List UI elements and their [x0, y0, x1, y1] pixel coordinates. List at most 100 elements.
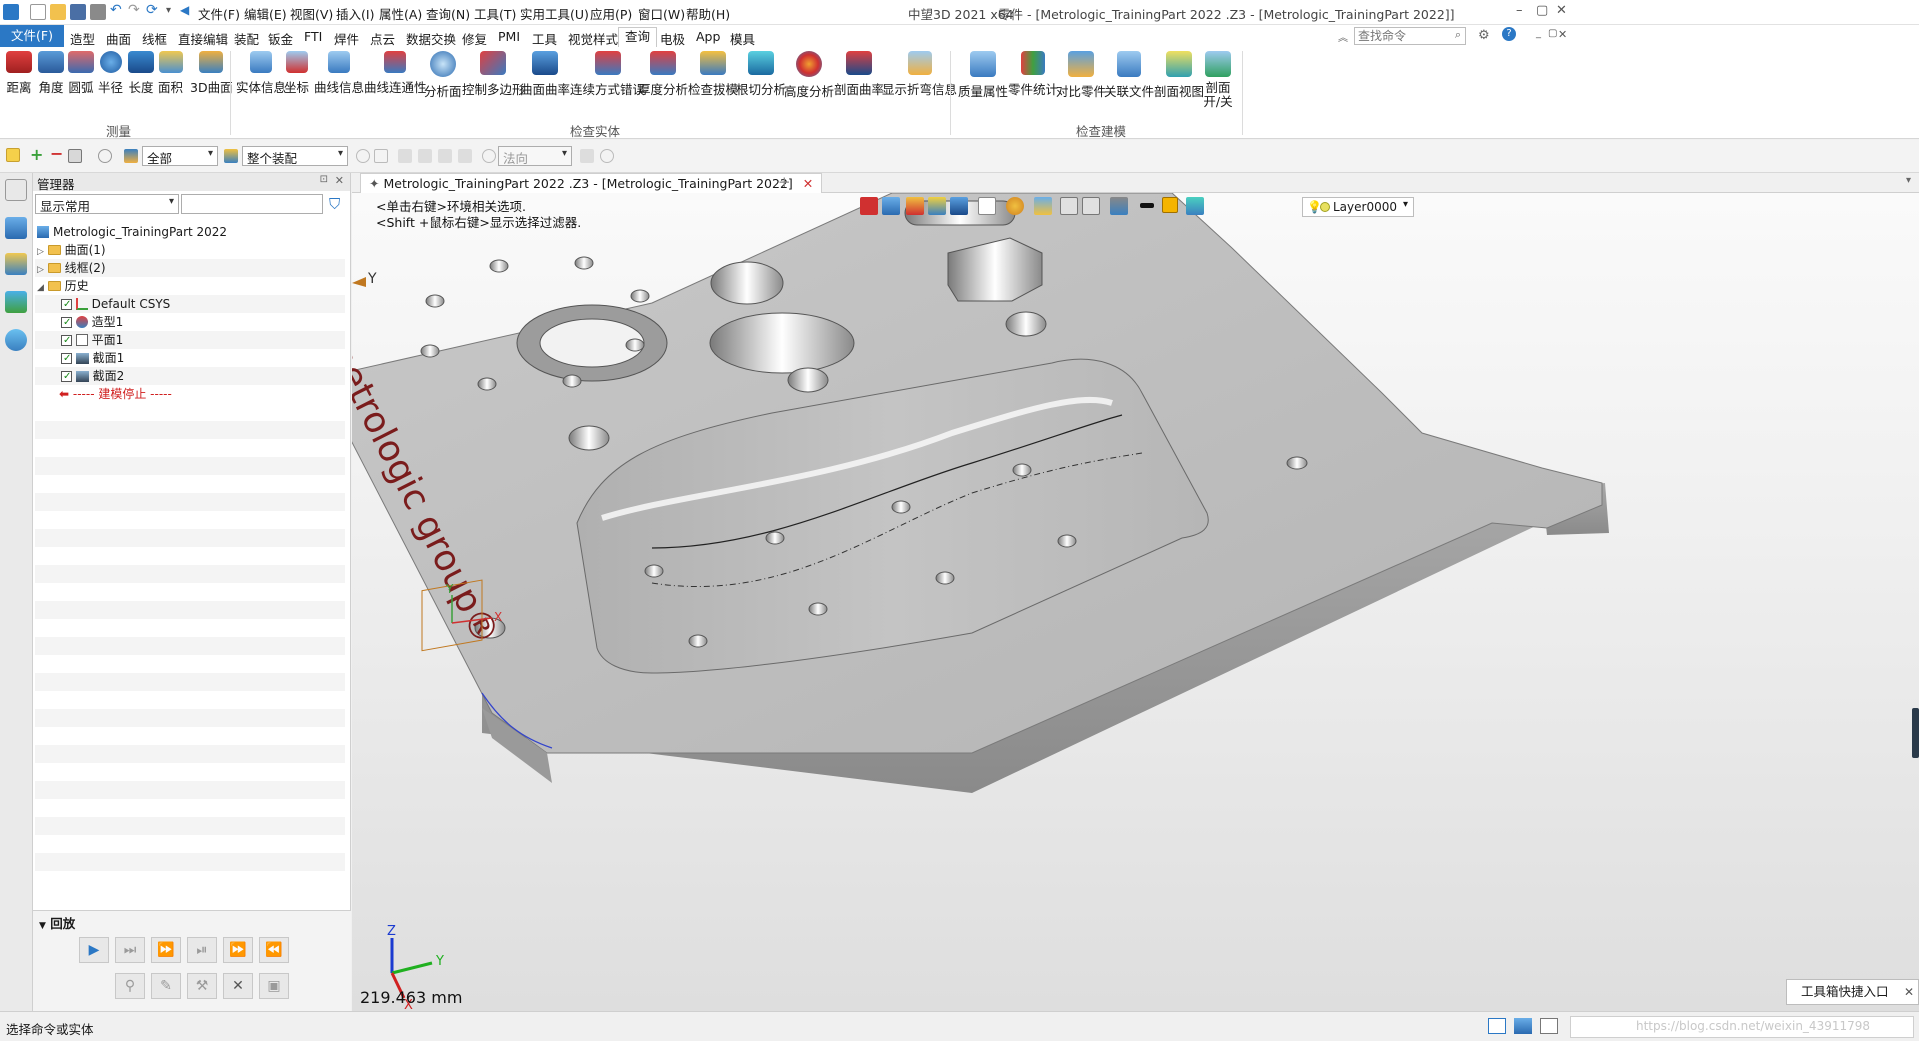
user-icon[interactable] — [5, 329, 27, 351]
layer-combo[interactable]: 💡 Layer0000 ▾ — [1302, 197, 1414, 217]
bend-info-button[interactable]: 显示折弯信息 — [882, 51, 957, 98]
visibility-checkbox[interactable] — [61, 350, 72, 368]
tree-root[interactable]: Metrologic_TrainingPart 2022 — [35, 223, 345, 241]
align-icon[interactable] — [398, 149, 412, 163]
direction-combo[interactable]: 法向 — [498, 146, 572, 166]
area-button[interactable]: 面积 — [158, 51, 183, 96]
grid-icon[interactable] — [1540, 1018, 1558, 1034]
align-center-icon[interactable] — [418, 149, 432, 163]
expand-icon[interactable]: ▷ — [37, 247, 44, 257]
rewind-button[interactable]: ⏪ — [259, 937, 289, 963]
surface-curvature-button[interactable]: 曲面曲率 — [520, 51, 570, 98]
tab-direct-edit[interactable]: 直接编辑 — [178, 29, 228, 48]
assembly-manager-icon[interactable] — [5, 217, 27, 239]
collapse-icon[interactable]: ▼ — [39, 921, 46, 931]
image-manager-icon[interactable] — [5, 291, 27, 313]
close-panel-icon[interactable]: ✕ — [335, 174, 344, 187]
part-model[interactable]: metrologic group® Y X Y Z Y X — [352, 193, 1919, 1011]
suppress-feature-button[interactable]: ▣ — [259, 973, 289, 999]
restore-button[interactable]: ▢ — [1536, 3, 1548, 18]
analyze-face-button[interactable]: 分析面 — [424, 51, 462, 100]
tab-visual-style[interactable]: 视觉样式 — [568, 29, 618, 48]
section-plane-icon[interactable] — [1034, 197, 1052, 215]
command-search-input[interactable] — [1355, 28, 1445, 44]
tab-electrode[interactable]: 电极 — [660, 29, 685, 48]
continuity-error-button[interactable]: 连续方式错误 — [570, 51, 645, 98]
dropdown-icon[interactable]: ▾ — [1403, 199, 1408, 210]
arc-button[interactable]: 圆弧 — [68, 51, 94, 96]
material-icon[interactable] — [1186, 197, 1204, 215]
document-tab[interactable]: ✦ Metrologic_TrainingPart 2022 .Z3 - [Me… — [360, 173, 823, 193]
color-swatch-icon[interactable] — [1162, 197, 1178, 213]
display-mode-combo[interactable]: 显示常用 — [35, 194, 179, 214]
view-orient-icon[interactable] — [882, 197, 900, 215]
undercut-analysis-button[interactable]: 根切分析 — [736, 51, 786, 98]
layout-icon[interactable] — [1488, 1018, 1506, 1034]
history-item[interactable]: 截面1 — [35, 349, 345, 368]
app-logo-icon[interactable] — [3, 4, 19, 20]
tab-weldment[interactable]: 焊件 — [334, 29, 359, 48]
visibility-checkbox[interactable] — [61, 296, 72, 314]
menu-utilities[interactable]: 实用工具(U) — [520, 4, 589, 23]
curve-connectivity-button[interactable]: 曲线连通性 — [364, 51, 427, 96]
menu-window[interactable]: 窗口(W) — [638, 4, 685, 23]
zoom-box-icon[interactable] — [1060, 197, 1078, 215]
cursor-pick-icon[interactable] — [580, 149, 594, 163]
control-polygon-button[interactable]: 控制多边形 — [462, 51, 525, 98]
section-toggle-button[interactable]: 剖面 开/关 — [1200, 51, 1236, 109]
open-folder-icon[interactable] — [50, 4, 66, 20]
save-icon[interactable] — [70, 4, 86, 20]
pin-tab-icon[interactable]: ✦ — [369, 176, 379, 191]
box-select-icon[interactable] — [68, 149, 82, 163]
visibility-checkbox[interactable] — [61, 368, 72, 386]
pin-icon[interactable] — [458, 149, 472, 163]
menu-help[interactable]: 帮助(H) — [686, 4, 730, 23]
tab-surface[interactable]: 曲面 — [106, 29, 131, 48]
visibility-checkbox[interactable] — [61, 314, 72, 332]
3d-surface-button[interactable]: 3D曲面 — [190, 51, 233, 96]
help-icon[interactable]: ? — [1502, 27, 1516, 41]
pick-rotate-icon[interactable] — [374, 149, 388, 163]
curve-info-button[interactable]: 曲线信息 — [314, 51, 364, 96]
section-view-button[interactable]: 剖面视图 — [1154, 51, 1204, 100]
entity-info-button[interactable]: 实体信息 — [236, 51, 286, 96]
tree-node-history[interactable]: ◢ 历史 — [35, 277, 345, 295]
menu-query[interactable]: 查询(N) — [426, 4, 470, 23]
toolbox-quick-entry[interactable]: 工具箱快捷入口 ✕ — [1786, 979, 1919, 1005]
tab-fti[interactable]: FTI — [304, 29, 322, 44]
layer-manager-icon[interactable] — [1110, 197, 1128, 215]
tab-mold[interactable]: 模具 — [730, 29, 755, 48]
menu-edit[interactable]: 编辑(E) — [244, 4, 287, 23]
pin-panel-icon[interactable]: ⊡ — [320, 174, 328, 185]
tab-query[interactable]: 查询 — [618, 27, 658, 47]
command-search-box[interactable]: ⌕ — [1354, 27, 1466, 45]
pick-option-icon[interactable] — [356, 149, 370, 163]
iso-view-icon[interactable] — [978, 197, 996, 215]
exit-icon[interactable] — [860, 197, 878, 215]
tab-tools[interactable]: 工具 — [532, 29, 557, 48]
collapse-icon[interactable]: ◢ — [37, 283, 44, 293]
ribbon-min-icon[interactable]: _ — [1536, 28, 1541, 39]
expand-icon[interactable]: ▷ — [37, 265, 44, 275]
tab-modeling[interactable]: 造型 — [70, 29, 95, 48]
history-item[interactable]: 平面1 — [35, 331, 345, 350]
modeling-stop-marker[interactable]: ⬅ ----- 建模停止 ----- — [35, 385, 345, 403]
tab-data-exchange[interactable]: 数据交换 — [406, 29, 456, 48]
play-button[interactable]: ▶ — [79, 937, 109, 963]
tab-file[interactable]: 文件(F) — [0, 25, 64, 47]
tree-filter-funnel-icon[interactable]: ⛉ — [329, 195, 340, 213]
filter-funnel-icon[interactable] — [124, 149, 138, 163]
step-forward-button[interactable]: ⏭ — [115, 937, 145, 963]
part-statistics-button[interactable]: 零件统计 — [1008, 51, 1058, 98]
align-right-icon[interactable] — [438, 149, 452, 163]
manager-icon[interactable] — [5, 179, 27, 201]
history-item[interactable]: 截面2 — [35, 367, 345, 386]
menu-file[interactable]: 文件(F) — [198, 4, 240, 23]
minimize-button[interactable]: – — [1516, 3, 1523, 18]
settings-gear-icon[interactable]: ⚙ — [1478, 28, 1490, 43]
tab-sheet-metal[interactable]: 钣金 — [268, 29, 293, 48]
tree-filter-input[interactable] — [181, 194, 323, 214]
height-analysis-button[interactable]: 高度分析 — [784, 51, 834, 100]
tab-list-icon[interactable]: ▾ — [1906, 175, 1911, 186]
repair-feature-button[interactable]: ⚒ — [187, 973, 217, 999]
